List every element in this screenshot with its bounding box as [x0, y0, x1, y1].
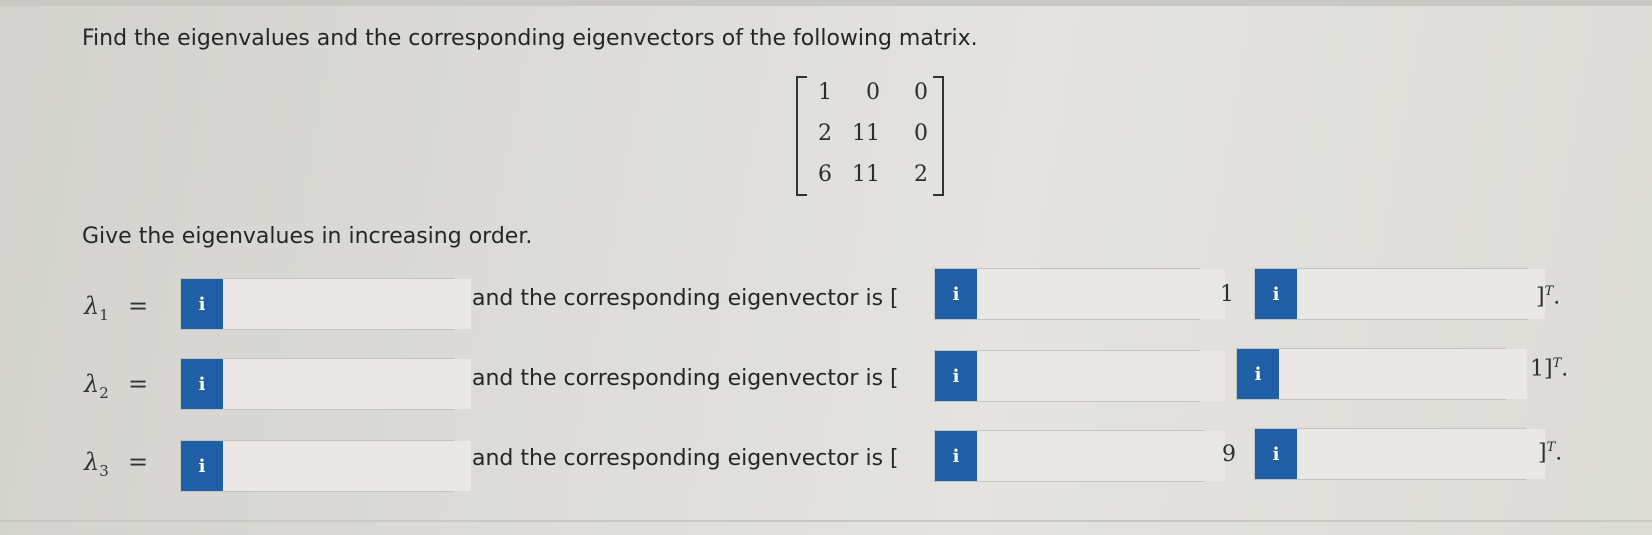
info-icon[interactable]: i — [935, 431, 977, 481]
lambda-2-input[interactable] — [223, 359, 471, 409]
equals-sign: = — [128, 292, 149, 320]
eigenvector-3-comp3-input[interactable] — [1297, 429, 1545, 479]
equals-sign: = — [128, 448, 149, 476]
eigenvector-2-closer: 1]T. — [1530, 356, 1569, 382]
lambda-3-label: λ3 — [84, 448, 109, 480]
info-icon[interactable]: i — [181, 279, 223, 329]
eigenvector-2-comp1-input[interactable] — [977, 351, 1225, 401]
eigenvector-2-label: and the corresponding eigenvector is [ — [472, 366, 899, 391]
eigenvector-2-comp1-field: i — [934, 350, 1225, 402]
matrix-cell: 11 — [852, 121, 880, 146]
eigenvector-3-closer: ]T. — [1538, 440, 1563, 466]
eigenvector-1-label: and the corresponding eigenvector is [ — [472, 286, 899, 311]
info-icon[interactable]: i — [935, 351, 977, 401]
lambda-1-label: λ1 — [84, 292, 109, 324]
eigenvector-1-comp1-input[interactable] — [977, 269, 1225, 319]
info-icon[interactable]: i — [181, 441, 223, 491]
matrix: 1 0 0 2 11 0 6 11 2 — [796, 76, 944, 196]
info-icon[interactable]: i — [181, 359, 223, 409]
matrix-cell: 6 — [818, 162, 832, 187]
lambda-2-label: λ2 — [84, 370, 109, 402]
eigenvector-1-closer: ]T. — [1536, 284, 1561, 310]
info-icon[interactable]: i — [1255, 269, 1297, 319]
bottom-divider — [0, 520, 1652, 522]
matrix-right-bracket — [933, 76, 944, 196]
lambda-2-field: i — [180, 358, 471, 410]
matrix-cell: 0 — [914, 121, 928, 146]
instruction-text: Give the eigenvalues in increasing order… — [82, 224, 533, 249]
top-divider — [0, 0, 1652, 6]
eigenvector-3-given-component: 9 — [1222, 442, 1236, 467]
eigenvector-3-comp3-field: i — [1254, 428, 1545, 480]
eigenvector-1-comp3-input[interactable] — [1297, 269, 1545, 319]
equals-sign: = — [128, 370, 149, 398]
eigenvector-1-given-component: 1 — [1220, 282, 1234, 307]
question-text: Find the eigenvalues and the correspondi… — [82, 26, 978, 51]
matrix-cell: 11 — [852, 162, 880, 187]
matrix-cell: 0 — [866, 80, 880, 105]
eigenvector-1-comp3-field: i — [1254, 268, 1545, 320]
matrix-cell: 0 — [914, 80, 928, 105]
matrix-cell: 1 — [818, 80, 832, 105]
lambda-1-field: i — [180, 278, 471, 330]
eigenvector-2-comp2-field: i — [1236, 348, 1527, 400]
matrix-cell: 2 — [914, 162, 928, 187]
eigenvector-3-label: and the corresponding eigenvector is [ — [472, 446, 899, 471]
eigenvector-2-comp2-input[interactable] — [1279, 349, 1527, 399]
info-icon[interactable]: i — [935, 269, 977, 319]
info-icon[interactable]: i — [1237, 349, 1279, 399]
eigenvector-3-comp1-field: i — [934, 430, 1225, 482]
matrix-cell: 2 — [818, 121, 832, 146]
lambda-3-field: i — [180, 440, 471, 492]
eigenvector-3-comp1-input[interactable] — [977, 431, 1225, 481]
lambda-3-input[interactable] — [223, 441, 471, 491]
eigenvector-1-comp1-field: i — [934, 268, 1225, 320]
info-icon[interactable]: i — [1255, 429, 1297, 479]
lambda-1-input[interactable] — [223, 279, 471, 329]
